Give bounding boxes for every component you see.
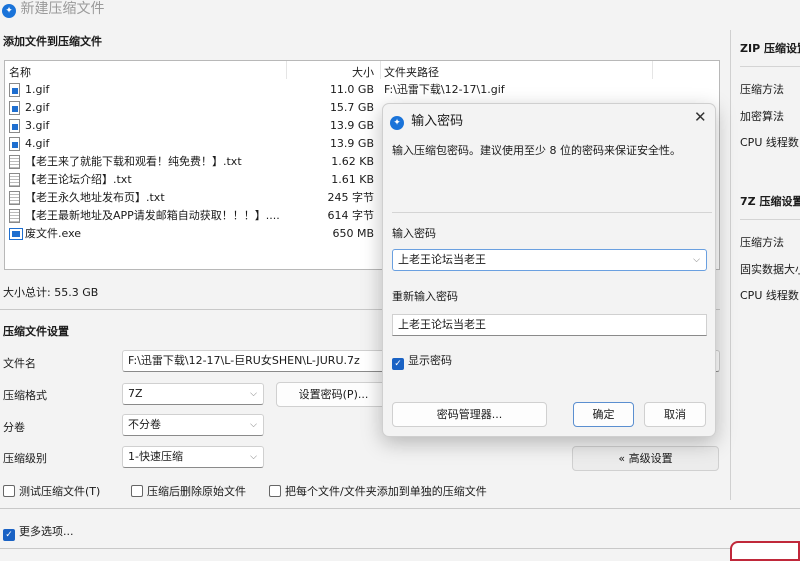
- chevron-down-icon: ⌵: [250, 389, 257, 399]
- check-icon: ✓: [3, 529, 15, 541]
- image-file-icon: [9, 101, 20, 115]
- show-password-checkbox[interactable]: ✓ 显示密码: [392, 352, 452, 370]
- password-combobox[interactable]: 上老王论坛当老王 ⌵: [392, 249, 707, 271]
- file-size: 1.61 KB: [331, 173, 374, 186]
- column-header-path[interactable]: 文件夹路径: [384, 64, 439, 80]
- file-size: 1.62 KB: [331, 155, 374, 168]
- total-size: 大小总计: 55.3 GB: [3, 286, 99, 299]
- file-name: 【老王永久地址发布页】.txt: [25, 191, 165, 204]
- text-file-icon: [9, 155, 20, 169]
- window-title: 新建压缩文件: [20, 1, 105, 17]
- zip-cpu-label: CPU 线程数: [740, 136, 799, 149]
- test-archive-checkbox[interactable]: 测试压缩文件(T): [3, 483, 100, 499]
- chevron-down-icon: ⌵: [250, 452, 257, 462]
- format-select[interactable]: 7Z ⌵: [122, 383, 264, 405]
- dialog-title: 输入密码: [411, 114, 464, 129]
- cancel-button[interactable]: 取消: [644, 402, 706, 427]
- chevron-down-icon: ⌵: [693, 255, 700, 265]
- dialog-description: 输入压缩包密码。建议使用至少 8 位的密码来保证安全性。: [392, 144, 681, 157]
- column-header-name[interactable]: 名称: [9, 64, 31, 80]
- level-label: 压缩级别: [3, 452, 47, 465]
- file-name: 4.gif: [25, 137, 50, 150]
- ok-button[interactable]: 确定: [573, 402, 634, 427]
- file-size: 15.7 GB: [329, 101, 374, 114]
- file-name: 1.gif: [25, 83, 50, 96]
- file-size: 13.9 GB: [329, 137, 374, 150]
- text-file-icon: [9, 191, 20, 205]
- exe-file-icon: [9, 228, 23, 240]
- zip-method-label: 压缩方法: [740, 83, 784, 96]
- file-size: 13.9 GB: [329, 119, 374, 132]
- level-select[interactable]: 1-快速压缩 ⌵: [122, 446, 264, 468]
- settings-title: 压缩文件设置: [3, 325, 69, 338]
- text-file-icon: [9, 209, 20, 223]
- split-select[interactable]: 不分卷 ⌵: [122, 414, 264, 436]
- app-logo-icon: ✦: [2, 4, 16, 18]
- set-password-button[interactable]: 设置密码(P)...: [276, 382, 391, 407]
- image-file-icon: [9, 137, 20, 151]
- confirm-label: 重新输入密码: [392, 290, 458, 303]
- text-file-icon: [9, 173, 20, 187]
- file-name: 3.gif: [25, 119, 50, 132]
- dialog-title-bar: ✦ 输入密码: [390, 110, 463, 130]
- file-size: 11.0 GB: [329, 83, 374, 96]
- advanced-settings-button[interactable]: « 高级设置: [572, 446, 719, 471]
- filename-label: 文件名: [3, 357, 36, 370]
- file-path: F:\迅雷下载\12-17\1.gif: [384, 83, 505, 96]
- 7z-solid-label: 固实数据大小: [740, 263, 800, 276]
- 7z-method-label: 压缩方法: [740, 236, 784, 249]
- file-name: 【老王来了就能下载和观看！纯免费！】.txt: [25, 155, 242, 168]
- more-options-checkbox[interactable]: ✓ 更多选项...: [3, 523, 74, 541]
- corner-badge: [730, 541, 800, 561]
- separate-archives-checkbox[interactable]: 把每个文件/文件夹添加到单独的压缩文件: [269, 483, 487, 499]
- files-section-title: 添加文件到压缩文件: [3, 35, 102, 48]
- format-label: 压缩格式: [3, 389, 47, 402]
- window-title-bar: ✦ 新建压缩文件: [2, 0, 104, 18]
- file-row[interactable]: 1.gif 11.0 GB F:\迅雷下载\12-17\1.gif: [5, 81, 719, 99]
- password-label: 输入密码: [392, 227, 436, 240]
- file-name: 【老王最新地址及APP请发邮箱自动获取！！！】....: [25, 209, 280, 222]
- 7z-cpu-label: CPU 线程数: [740, 289, 799, 302]
- zip-encryption-label: 加密算法: [740, 110, 784, 123]
- split-label: 分卷: [3, 421, 25, 434]
- file-size: 614 字节: [327, 209, 375, 222]
- confirm-password-input[interactable]: 上老王论坛当老王: [392, 314, 707, 336]
- close-icon[interactable]: ✕: [694, 108, 707, 126]
- password-dialog: ✦ 输入密码 ✕ 输入压缩包密码。建议使用至少 8 位的密码来保证安全性。 输入…: [382, 103, 716, 437]
- image-file-icon: [9, 119, 20, 133]
- zip-settings-title: ZIP 压缩设置: [740, 42, 800, 55]
- app-logo-icon: ✦: [390, 116, 404, 130]
- file-size: 245 字节: [327, 191, 375, 204]
- delete-after-checkbox[interactable]: 压缩后删除原始文件: [131, 483, 246, 499]
- check-icon: ✓: [392, 358, 404, 370]
- password-manager-button[interactable]: 密码管理器...: [392, 402, 547, 427]
- file-name: 【老王论坛介绍】.txt: [25, 173, 132, 186]
- file-name: 2.gif: [25, 101, 50, 114]
- file-size: 650 MB: [332, 227, 374, 240]
- chevron-down-icon: ⌵: [250, 420, 257, 430]
- file-name: 废文件.exe: [25, 227, 82, 240]
- image-file-icon: [9, 83, 20, 97]
- column-header-size[interactable]: 大小: [352, 64, 374, 80]
- 7z-settings-title: 7Z 压缩设置: [740, 195, 800, 208]
